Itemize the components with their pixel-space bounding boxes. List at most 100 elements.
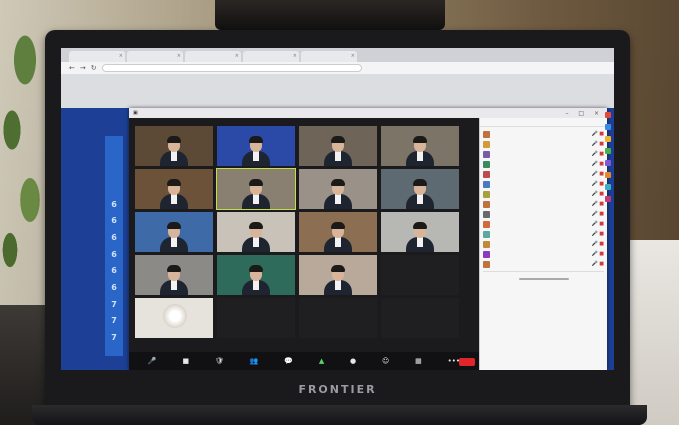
participant-list-item[interactable]: 🎤 ■ [483, 249, 604, 259]
participant-video [405, 222, 435, 252]
participant-tile[interactable] [381, 169, 459, 209]
close-tab-icon[interactable]: × [235, 53, 239, 59]
strip-value: 6 [111, 266, 117, 276]
video-button[interactable]: ■ [182, 357, 189, 365]
chat-icon: 💬 [284, 357, 293, 365]
mic-video-status-icon: 🎤 ■ [591, 211, 604, 217]
participant-tile[interactable] [381, 126, 459, 166]
strip-value: 6 [111, 199, 117, 209]
laptop-screen: × × × × × ← → ↻ 666666777 ▣ – □ × 🎤 ■ 🎤 ■ 🎤 ■ 🎤… [61, 48, 614, 370]
zoom-title-bar: ▣ – □ × [129, 108, 607, 118]
participant-list-item[interactable]: 🎤 ■ [483, 199, 604, 209]
participant-list-item[interactable]: 🎤 ■ [483, 149, 604, 159]
participant-tile[interactable] [135, 212, 213, 252]
browser-tab[interactable]: × [185, 51, 241, 62]
mic-video-status-icon: 🎤 ■ [591, 221, 604, 227]
participants-panel: 🎤 ■ 🎤 ■ 🎤 ■ 🎤 ■ 🎤 ■ 🎤 ■ 🎤 ■ 🎤 ■ 🎤 ■ 🎤 ■ 🎤 ■ 🎤 ■ 🎤 ■ 🎤… [479, 118, 607, 370]
participant-list-item[interactable]: 🎤 ■ [483, 189, 604, 199]
participant-list-item[interactable]: 🎤 ■ [483, 169, 604, 179]
app-icon[interactable] [605, 196, 611, 202]
browser-tab[interactable]: × [69, 51, 125, 62]
laptop-base [32, 405, 647, 425]
participant-list-item[interactable]: 🎤 ■ [483, 219, 604, 229]
participant-tile[interactable] [299, 169, 377, 209]
participant-tile[interactable] [135, 255, 213, 295]
avatar [483, 250, 490, 258]
participant-tile[interactable] [135, 169, 213, 209]
avatar [483, 190, 490, 198]
leave-button[interactable] [459, 358, 475, 366]
browser-tab[interactable]: × [301, 51, 357, 62]
participant-tile[interactable] [217, 212, 295, 252]
participant-tile[interactable] [217, 126, 295, 166]
window-controls[interactable]: – □ × [565, 110, 607, 117]
app-icon[interactable] [605, 184, 611, 190]
close-tab-icon[interactable]: × [177, 53, 181, 59]
mute-button[interactable]: 🎤 [148, 357, 157, 365]
participant-tile[interactable] [381, 255, 459, 295]
participant-video [323, 222, 353, 252]
spreadsheet-column: 6 6 6 6 6 6 7 7 7 [105, 136, 123, 356]
browser-tab-bar: × × × × × [61, 48, 614, 62]
mic-video-status-icon: 🎤 ■ [591, 191, 604, 197]
security-button[interactable]: 🛡 [215, 357, 224, 365]
record-button[interactable]: ● [350, 357, 356, 365]
zoom-window: ▣ – □ × 🎤 ■ 🎤 ■ 🎤 ■ 🎤 ■ 🎤 ■ 🎤 ■ 🎤 ■ 🎤 ■ 🎤 ■ 🎤 ■ 🎤 … [129, 108, 607, 370]
mic-video-status-icon: 🎤 ■ [591, 131, 604, 137]
participant-list-item[interactable]: 🎤 ■ [483, 179, 604, 189]
chat-recipient-button[interactable] [518, 278, 569, 280]
app-icon[interactable] [605, 172, 611, 178]
close-tab-icon[interactable]: × [119, 53, 123, 59]
video-icon: ■ [182, 357, 190, 365]
reactions-icon: ☺ [382, 357, 390, 365]
participant-tile[interactable] [299, 126, 377, 166]
participant-list-item[interactable]: 🎤 ■ [483, 129, 604, 139]
participant-tile[interactable] [135, 126, 213, 166]
participant-video [405, 136, 435, 166]
participants-header [480, 118, 607, 127]
app-icon[interactable] [605, 124, 611, 130]
mic-video-status-icon: 🎤 ■ [591, 161, 604, 167]
participant-tile[interactable] [381, 212, 459, 252]
chat-button[interactable]: 💬 [284, 357, 293, 365]
participant-tile[interactable] [217, 255, 295, 295]
participant-tile[interactable] [299, 298, 377, 338]
reload-icon[interactable]: ↻ [91, 64, 97, 72]
participant-list-item[interactable]: 🎤 ■ [483, 139, 604, 149]
app-icon[interactable] [605, 148, 611, 154]
participant-tile[interactable] [135, 298, 213, 338]
app-icon[interactable] [605, 136, 611, 142]
profile-photo [163, 304, 187, 328]
close-tab-icon[interactable]: × [351, 53, 355, 59]
browser-tab[interactable]: × [243, 51, 299, 62]
back-icon[interactable]: ← [69, 64, 75, 72]
share-button[interactable]: ▲ [319, 357, 324, 365]
app-icon[interactable] [605, 160, 611, 166]
avatar [483, 240, 490, 248]
participants-button[interactable]: 👥 [250, 357, 259, 365]
strip-value: 6 [111, 233, 117, 243]
laptop-brand: FRONTIER [298, 383, 377, 396]
close-tab-icon[interactable]: × [293, 53, 297, 59]
mic-video-status-icon: 🎤 ■ [591, 231, 604, 237]
mic-video-status-icon: 🎤 ■ [591, 181, 604, 187]
browser-tab[interactable]: × [127, 51, 183, 62]
participant-tile[interactable] [299, 255, 377, 295]
app-icon[interactable] [605, 112, 611, 118]
chat-area [484, 276, 603, 360]
participant-list-item[interactable]: 🎤 ■ [483, 239, 604, 249]
forward-icon[interactable]: → [80, 64, 86, 72]
participant-list-item[interactable]: 🎤 ■ [483, 229, 604, 239]
participant-list-item[interactable]: 🎤 ■ [483, 209, 604, 219]
participant-list-item[interactable]: 🎤 ■ [483, 259, 604, 269]
participant-tile[interactable] [381, 298, 459, 338]
participant-video [323, 265, 353, 295]
reactions-button[interactable]: ☺ [382, 357, 389, 365]
participant-list-item[interactable]: 🎤 ■ [483, 159, 604, 169]
address-input[interactable] [101, 64, 362, 72]
participant-tile[interactable] [217, 298, 295, 338]
rooms-button[interactable]: ▦ [415, 357, 422, 365]
participant-video [159, 136, 189, 166]
participant-tile[interactable] [299, 212, 377, 252]
participant-tile[interactable] [216, 168, 296, 210]
